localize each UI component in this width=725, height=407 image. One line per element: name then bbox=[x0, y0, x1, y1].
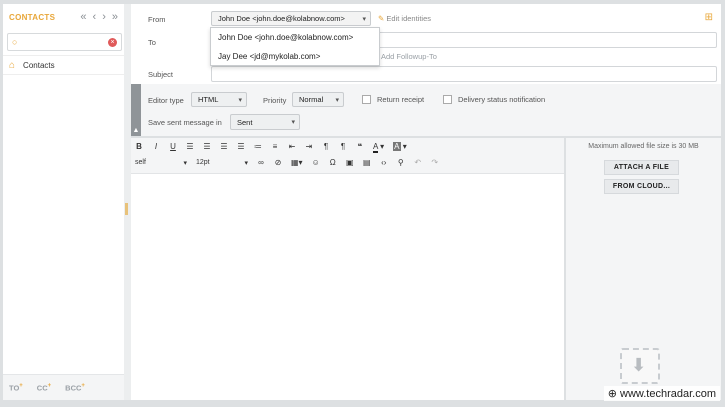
toolbar-row-2: self ▾ 12pt ▾ ∞ ⊘ ▦▾ ☺ Ω ▣ ▤ ‹› ⚲ ↶ ↷ bbox=[135, 158, 439, 167]
bold-icon[interactable]: B bbox=[135, 142, 143, 151]
from-select[interactable]: John Doe <john.doe@kolabnow.com> ▾ bbox=[211, 11, 371, 26]
align-justify-icon[interactable]: ☰ bbox=[237, 142, 245, 151]
attachment-icon[interactable]: ⊞ bbox=[705, 12, 713, 23]
left-arrow-icon[interactable]: ‹ bbox=[93, 11, 97, 23]
underline-icon[interactable]: U bbox=[169, 142, 177, 151]
subject-label: Subject bbox=[148, 70, 174, 79]
image-icon[interactable]: ▣ bbox=[346, 158, 354, 167]
chevron-down-icon: ▾ bbox=[335, 96, 339, 104]
chevron-down-icon: ▾ bbox=[362, 15, 366, 23]
download-arrow-icon: ⬇ bbox=[631, 355, 647, 375]
add-to-button[interactable]: TO+ bbox=[9, 383, 23, 393]
background-color-icon[interactable]: A ▾ bbox=[393, 142, 407, 151]
sidebar-item-contacts[interactable]: ⌂ Contacts bbox=[3, 55, 124, 75]
sidebar-nav: « ‹ › » bbox=[80, 11, 118, 23]
media-icon[interactable]: ▤ bbox=[363, 158, 371, 167]
identity-option[interactable]: Jay Dee <jd@mykolab.com> bbox=[211, 47, 379, 66]
splitter-handle[interactable] bbox=[125, 203, 128, 215]
save-sent-select[interactable]: Sent ▾ bbox=[230, 114, 300, 130]
editor-type-select[interactable]: HTML ▾ bbox=[191, 92, 247, 107]
double-left-arrow-icon[interactable]: « bbox=[80, 11, 86, 23]
font-size-select[interactable]: 12pt ▾ bbox=[196, 159, 248, 167]
editor-toolbar: B I U ☰ ☰ ☰ ☰ ≔ ≡ ⇤ ⇥ ¶ ¶ ❝ A ▾ A ▾ self… bbox=[131, 138, 564, 174]
rtl-icon[interactable]: ¶ bbox=[339, 142, 347, 151]
editor-type-label: Editor type bbox=[148, 96, 184, 105]
redo-icon[interactable]: ↷ bbox=[431, 158, 439, 167]
identities-dropdown: John Doe <john.doe@kolabnow.com> Jay Dee… bbox=[210, 27, 380, 66]
save-sent-label: Save sent message in bbox=[148, 118, 222, 127]
sidebar-title: CONTACTS bbox=[9, 12, 56, 22]
globe-icon: ⊕ bbox=[607, 388, 617, 400]
search-icon: ○ bbox=[12, 37, 18, 47]
bullet-list-icon[interactable]: ≔ bbox=[254, 142, 262, 151]
italic-icon[interactable]: I bbox=[152, 142, 160, 151]
sidebar-item-label: Contacts bbox=[23, 60, 55, 70]
right-arrow-icon[interactable]: › bbox=[102, 11, 106, 23]
unlink-icon[interactable]: ⊘ bbox=[274, 158, 282, 167]
toolbar-row-1: B I U ☰ ☰ ☰ ☰ ≔ ≡ ⇤ ⇥ ¶ ¶ ❝ A ▾ A ▾ bbox=[135, 142, 407, 153]
priority-select[interactable]: Normal ▾ bbox=[292, 92, 344, 107]
align-right-icon[interactable]: ☰ bbox=[220, 142, 228, 151]
to-label: To bbox=[148, 38, 156, 47]
watermark: ⊕ www.techradar.com bbox=[603, 386, 720, 401]
compose-headers: From John Doe <john.doe@kolabnow.com> ▾ … bbox=[131, 4, 721, 136]
max-file-size: Maximum allowed file size is 30 MB bbox=[588, 143, 699, 150]
priority-label: Priority bbox=[263, 96, 287, 105]
contacts-search-input[interactable]: ○ × bbox=[7, 33, 122, 51]
clear-search-icon[interactable]: × bbox=[108, 38, 117, 47]
attach-file-button[interactable]: ATTACH A FILE bbox=[604, 160, 679, 175]
return-receipt-checkbox[interactable]: Return receipt bbox=[362, 95, 424, 104]
chevron-down-icon: ▾ bbox=[238, 96, 242, 104]
text-color-icon[interactable]: A ▾ bbox=[373, 142, 384, 153]
special-char-icon[interactable]: Ω bbox=[329, 158, 337, 167]
pencil-icon: ✎ bbox=[378, 14, 385, 23]
double-right-arrow-icon[interactable]: » bbox=[112, 11, 118, 23]
align-left-icon[interactable]: ☰ bbox=[186, 142, 194, 151]
table-icon[interactable]: ▦▾ bbox=[291, 158, 303, 167]
message-editor: B I U ☰ ☰ ☰ ☰ ≔ ≡ ⇤ ⇥ ¶ ¶ ❝ A ▾ A ▾ self… bbox=[131, 138, 564, 400]
recipient-buttons: TO+ CC+ BCC+ bbox=[3, 374, 124, 400]
source-code-icon[interactable]: ‹› bbox=[380, 158, 388, 167]
chevron-down-icon: ▾ bbox=[291, 119, 295, 126]
blockquote-icon[interactable]: ❝ bbox=[356, 142, 364, 151]
sidebar-header: CONTACTS « ‹ › » bbox=[3, 4, 124, 30]
chevron-up-icon: ▲ bbox=[132, 127, 140, 134]
link-icon[interactable]: ∞ bbox=[257, 158, 265, 167]
find-replace-icon[interactable]: ⚲ bbox=[397, 158, 405, 167]
attachments-panel: Maximum allowed file size is 30 MB ATTAC… bbox=[566, 138, 721, 400]
add-followup-link[interactable]: Add Followup-To bbox=[381, 52, 437, 61]
outdent-icon[interactable]: ⇤ bbox=[288, 142, 296, 151]
identity-option[interactable]: John Doe <john.doe@kolabnow.com> bbox=[211, 28, 379, 47]
add-cc-button[interactable]: CC+ bbox=[37, 383, 51, 393]
contacts-sidebar: CONTACTS « ‹ › » ○ × ⌂ Contacts TO+ CC+ … bbox=[3, 4, 124, 400]
sidebar-splitter[interactable] bbox=[124, 4, 131, 400]
numbered-list-icon[interactable]: ≡ bbox=[271, 142, 279, 151]
chevron-down-icon: ▾ bbox=[183, 159, 187, 167]
compose-options: Editor type HTML ▾ Priority Normal ▾ Ret… bbox=[141, 84, 721, 136]
chevron-down-icon: ▾ bbox=[244, 159, 248, 167]
from-label: From bbox=[148, 15, 166, 24]
delivery-status-checkbox[interactable]: Delivery status notification bbox=[443, 95, 545, 104]
drop-zone-icon[interactable]: ⬇ bbox=[620, 348, 660, 384]
align-center-icon[interactable]: ☰ bbox=[203, 142, 211, 151]
add-bcc-button[interactable]: BCC+ bbox=[65, 383, 85, 393]
address-book-icon: ⌂ bbox=[9, 59, 16, 71]
edit-identities-link[interactable]: ✎ Edit identities bbox=[378, 14, 431, 23]
indent-icon[interactable]: ⇥ bbox=[305, 142, 313, 151]
ltr-icon[interactable]: ¶ bbox=[322, 142, 330, 151]
options-toggle-bar[interactable]: ▲ bbox=[131, 84, 141, 136]
from-cloud-button[interactable]: FROM CLOUD... bbox=[604, 179, 679, 194]
editor-body[interactable] bbox=[131, 175, 564, 400]
undo-icon[interactable]: ↶ bbox=[414, 158, 422, 167]
emoticon-icon[interactable]: ☺ bbox=[312, 158, 320, 167]
subject-field[interactable] bbox=[211, 66, 717, 82]
font-family-select[interactable]: self ▾ bbox=[135, 159, 187, 167]
